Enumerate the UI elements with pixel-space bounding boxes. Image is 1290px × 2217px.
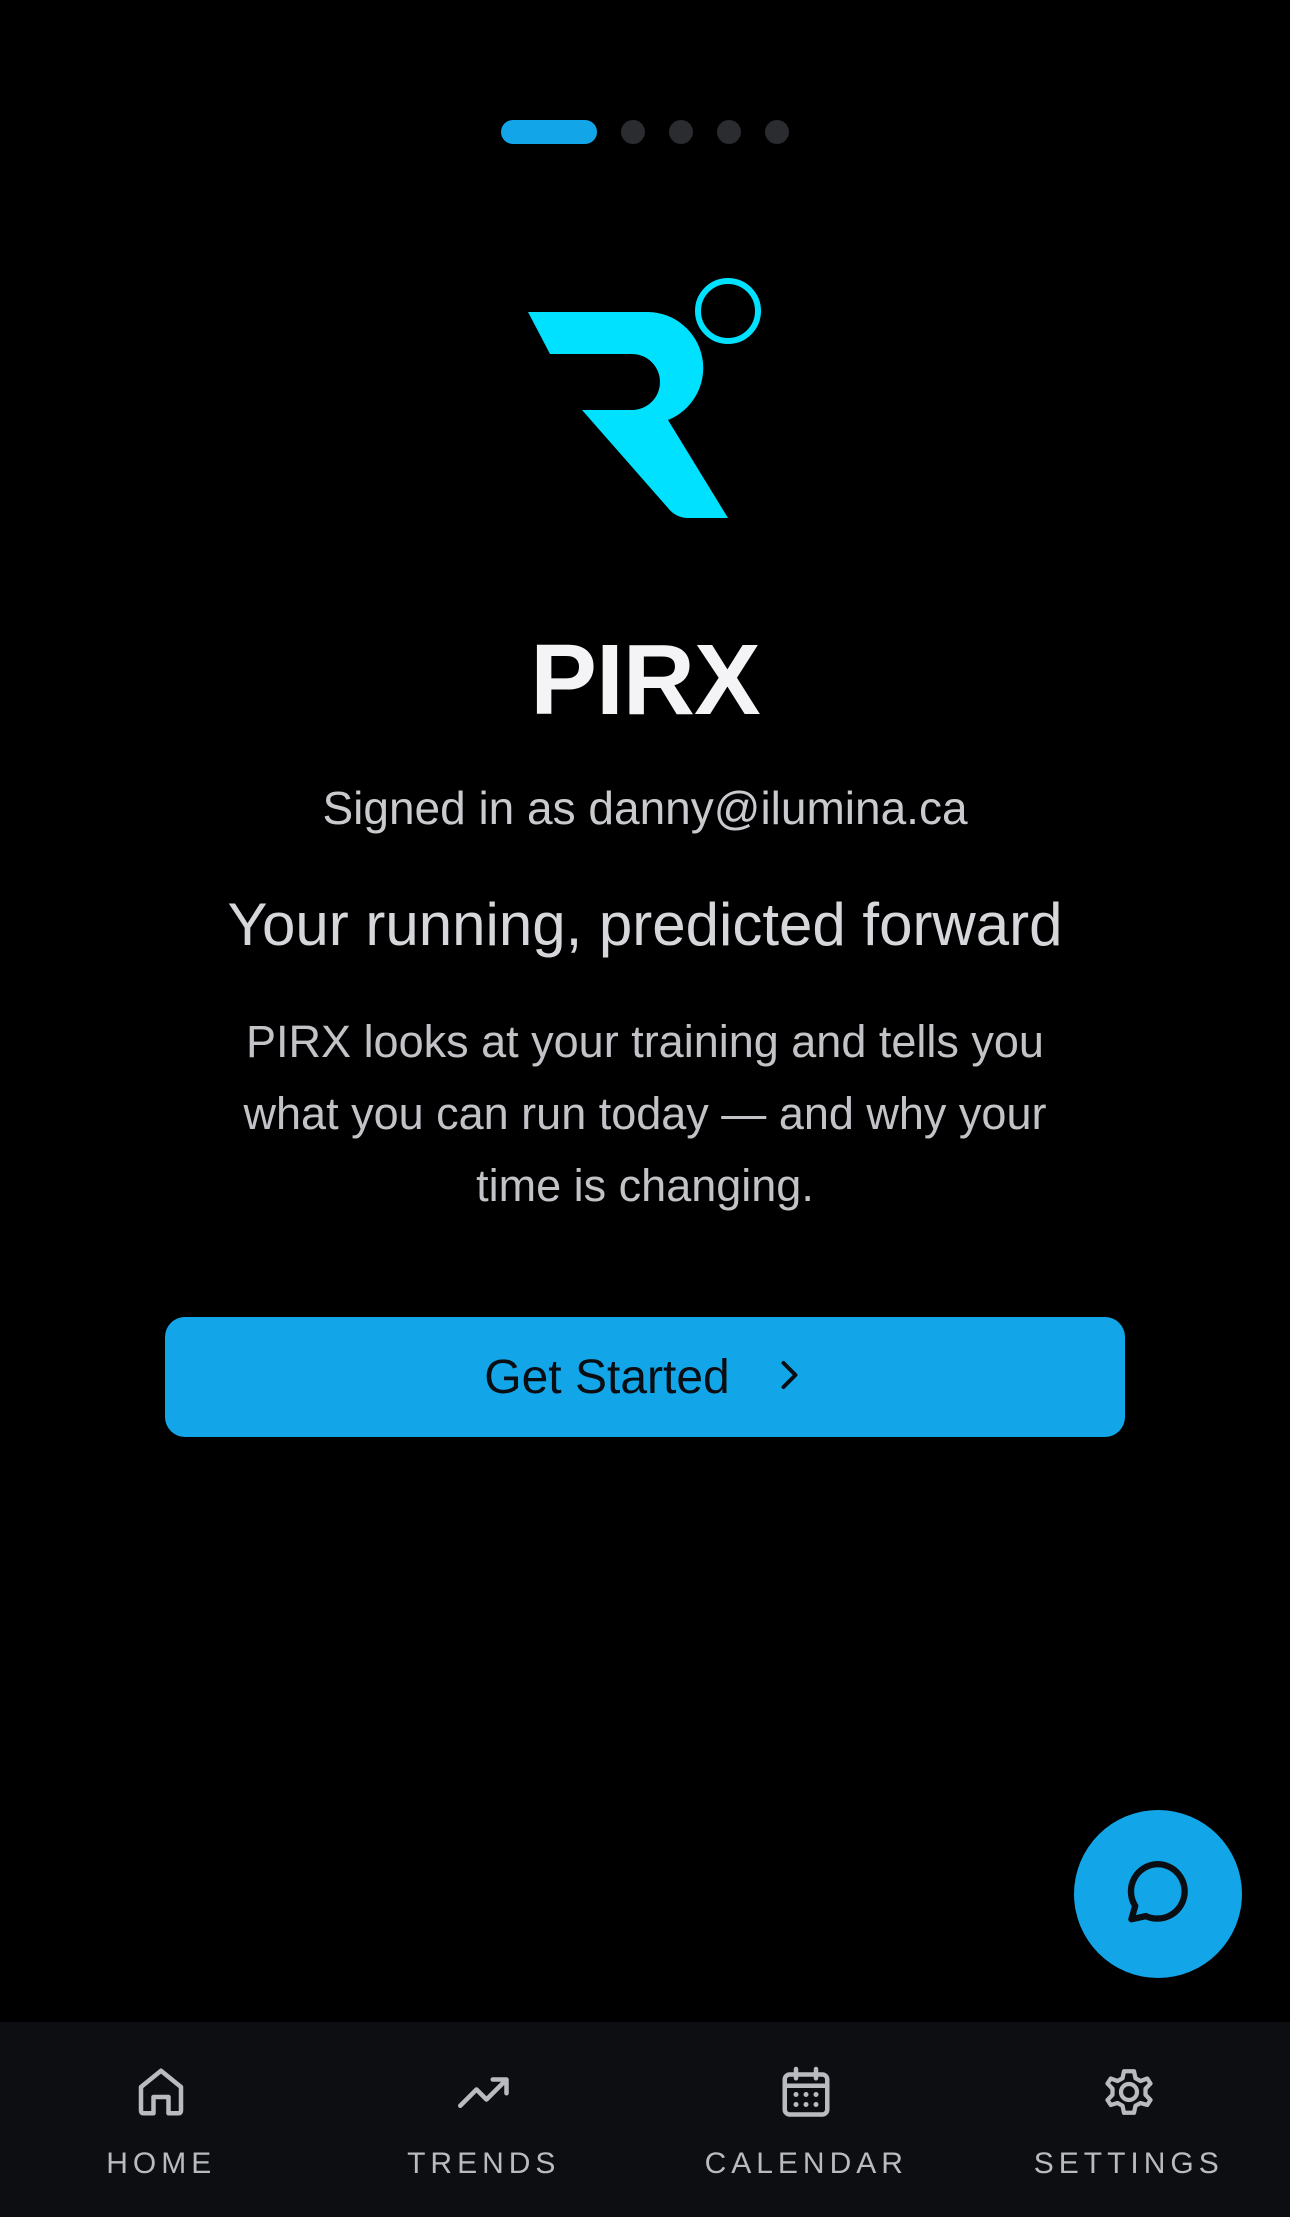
description: PIRX looks at your training and tells yo… (243, 1016, 1047, 1211)
tab-home-label: HOME (106, 2147, 217, 2180)
page-dot[interactable] (669, 120, 693, 144)
pirx-runner-logo (520, 270, 770, 520)
page-dot[interactable] (765, 120, 789, 144)
tab-settings[interactable]: SETTINGS (968, 2022, 1290, 2217)
headline: Your running, predicted forward (227, 891, 1063, 958)
bottom-tab-bar: HOME TRENDS CALENDAR SETTINGS (0, 2022, 1290, 2217)
tab-calendar-label: CALENDAR (704, 2147, 908, 2180)
tab-trends[interactable]: TRENDS (323, 2022, 646, 2217)
chat-button[interactable] (1074, 1810, 1242, 1978)
trend-up-icon (454, 2062, 514, 2127)
chat-bubble-icon (1120, 1854, 1196, 1935)
home-icon (131, 2062, 191, 2127)
gear-icon (1099, 2062, 1159, 2127)
tab-calendar[interactable]: CALENDAR (645, 2022, 968, 2217)
get-started-button[interactable]: Get Started (165, 1317, 1125, 1437)
signed-in-text: Signed in as danny@ilumina.ca (322, 782, 968, 834)
page-dot-active[interactable] (501, 120, 597, 144)
page-dot[interactable] (621, 120, 645, 144)
get-started-label: Get Started (484, 1350, 730, 1404)
tab-home[interactable]: HOME (0, 2022, 323, 2217)
tab-settings-label: SETTINGS (1033, 2147, 1224, 2180)
calendar-icon (776, 2062, 836, 2127)
page-indicator (0, 119, 1290, 145)
chevron-right-icon (770, 1350, 806, 1405)
tab-trends-label: TRENDS (407, 2147, 561, 2180)
app-title: PIRX (530, 624, 760, 736)
page-dot[interactable] (717, 120, 741, 144)
